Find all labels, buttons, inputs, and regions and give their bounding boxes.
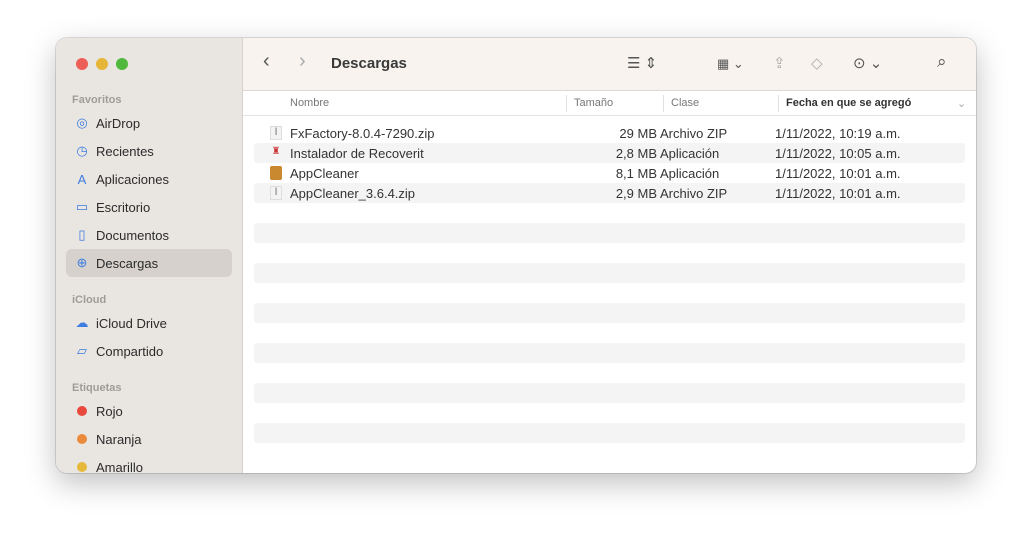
- desktop-icon: ▭: [75, 199, 89, 214]
- sidebar-item-label: Amarillo: [96, 459, 143, 474]
- empty-row: [254, 223, 965, 243]
- file-size: 8,1 MB: [615, 166, 657, 181]
- file-kind: Aplicación: [660, 166, 720, 181]
- sidebar-item-label: Escritorio: [96, 199, 151, 215]
- empty-row: [254, 303, 965, 323]
- sidebar-item-label: Recientes: [96, 143, 154, 159]
- file-date: 1/11/2022, 10:01 a.m.: [775, 166, 901, 181]
- file-name: AppCleaner: [290, 166, 359, 181]
- finder-window: Favoritos ◎ AirDrop ◷ Recientes A Aplicacione…: [56, 38, 976, 473]
- file-kind: Aplicación: [660, 146, 720, 161]
- empty-row: [254, 403, 965, 423]
- sidebar-item-label: Documentos: [96, 227, 169, 243]
- shared-folder-icon: ▱: [77, 343, 87, 358]
- empty-row: [254, 263, 965, 283]
- folder-title: Descargas: [331, 55, 407, 72]
- empty-row: [254, 423, 965, 443]
- column-date[interactable]: Fecha en que se agregó: [786, 97, 911, 109]
- file-date: 1/11/2022, 10:05 a.m.: [775, 146, 901, 161]
- document-icon: ▯: [78, 227, 86, 242]
- empty-row: [254, 243, 965, 263]
- file-size: 2,8 MB: [615, 146, 657, 161]
- empty-row: [254, 203, 965, 223]
- empty-row: [254, 343, 965, 363]
- toolbar: ‹ › Descargas ☰ ⇕ ▦ ⌄ ⇪ ◇ ⊙ ⌄ ⌕: [243, 38, 976, 91]
- file-kind: Archivo ZIP: [660, 186, 728, 201]
- window-controls: [76, 58, 128, 70]
- sidebar-item-label: Naranja: [96, 431, 142, 447]
- sidebar-item-icloud-drive[interactable]: ☁ iCloud Drive: [66, 309, 232, 337]
- sidebar-tag-amarillo[interactable]: Amarillo: [66, 453, 232, 473]
- empty-row: [254, 323, 965, 343]
- table-row[interactable]: ǀ AppCleaner_3.6.4.zip 2,9 MB Archivo ZIP 1/…: [254, 183, 965, 203]
- file-name: Instalador de Recoverit: [290, 146, 424, 161]
- sidebar-item-label: Compartido: [96, 343, 164, 359]
- sidebar-tag-naranja[interactable]: Naranja: [66, 425, 232, 453]
- file-kind: Archivo ZIP: [660, 126, 728, 141]
- download-icon: ⊕: [76, 255, 88, 270]
- empty-row: [254, 383, 965, 403]
- zoom-button[interactable]: [116, 58, 128, 70]
- column-kind[interactable]: Clase: [671, 97, 699, 109]
- sidebar-item-recientes[interactable]: ◷ Recientes: [66, 137, 232, 165]
- sidebar-item-aplicaciones[interactable]: A Aplicaciones: [66, 165, 232, 193]
- sidebar-item-airdrop[interactable]: ◎ AirDrop: [66, 109, 232, 137]
- sidebar-tag-rojo[interactable]: Rojo: [66, 397, 232, 425]
- tag-color-dot: [77, 434, 87, 444]
- file-date: 1/11/2022, 10:19 a.m.: [775, 126, 901, 141]
- column-header: Nombre Tamaño Clase Fecha en que se agre…: [243, 91, 976, 116]
- airdrop-icon: ◎: [76, 115, 88, 130]
- file-name: FxFactory-8.0.4-7290.zip: [290, 126, 435, 141]
- empty-row: [254, 283, 965, 303]
- empty-row: [254, 363, 965, 383]
- file-date: 1/11/2022, 10:01 a.m.: [775, 186, 901, 201]
- tag-color-dot: [77, 462, 87, 472]
- sidebar-item-label: Aplicaciones: [96, 171, 169, 187]
- sidebar-item-label: iCloud Drive: [96, 315, 167, 331]
- clock-icon: ◷: [76, 143, 88, 158]
- sidebar-item-documentos[interactable]: ▯ Documentos: [66, 221, 232, 249]
- minimize-button[interactable]: [96, 58, 108, 70]
- tags-heading: Etiquetas: [72, 382, 122, 394]
- forward-icon[interactable]: ›: [299, 50, 306, 73]
- favorites-heading: Favoritos: [72, 94, 122, 106]
- file-name: AppCleaner_3.6.4.zip: [290, 186, 416, 201]
- table-row[interactable]: AppCleaner 8,1 MB Aplicación 1/11/2022, 10:…: [254, 163, 965, 183]
- sidebar-item-compartido[interactable]: ▱ Compartido: [66, 337, 232, 365]
- icloud-heading: iCloud: [72, 294, 107, 306]
- file-size: 29 MB: [619, 126, 657, 141]
- table-row[interactable]: ♜ Instalador de Recoverit 2,8 MB Aplicación…: [254, 143, 965, 163]
- back-icon[interactable]: ‹: [263, 50, 270, 73]
- table-row[interactable]: ǀ FxFactory-8.0.4-7290.zip 29 MB Archivo ZI…: [254, 123, 965, 143]
- sidebar-item-label: Rojo: [96, 403, 123, 419]
- close-button[interactable]: [76, 58, 88, 70]
- sort-chevron-icon[interactable]: ⌄: [957, 97, 966, 110]
- apps-icon: A: [77, 171, 87, 187]
- cloud-icon: ☁: [75, 315, 89, 330]
- sidebar-item-label: AirDrop: [96, 115, 141, 131]
- sidebar-item-escritorio[interactable]: ▭ Escritorio: [66, 193, 232, 221]
- group-icon[interactable]: ▦ ⌄: [717, 56, 744, 72]
- empty-row: [254, 443, 965, 463]
- search-icon[interactable]: ⌕: [937, 52, 947, 72]
- sidebar-item-label: Descargas: [96, 255, 159, 271]
- file-size: 2,9 MB: [615, 186, 657, 201]
- tag-color-dot: [77, 406, 87, 416]
- file-list: ǀ FxFactory-8.0.4-7290.zip 29 MB Archivo ZI…: [254, 123, 965, 463]
- column-size[interactable]: Tamaño: [574, 97, 613, 109]
- list-view-icon[interactable]: ☰ ⇕: [627, 54, 657, 72]
- sidebar-item-descargas[interactable]: ⊕ Descargas: [66, 249, 232, 277]
- more-icon[interactable]: ⊙ ⌄: [853, 54, 882, 72]
- tag-icon[interactable]: ◇: [811, 54, 823, 72]
- column-name[interactable]: Nombre: [290, 97, 329, 109]
- content-area: ‹ › Descargas ☰ ⇕ ▦ ⌄ ⇪ ◇ ⊙ ⌄ ⌕ Nombre T…: [243, 38, 976, 473]
- share-icon[interactable]: ⇪: [773, 54, 786, 72]
- sidebar: Favoritos ◎ AirDrop ◷ Recientes A Aplicacione…: [56, 38, 243, 473]
